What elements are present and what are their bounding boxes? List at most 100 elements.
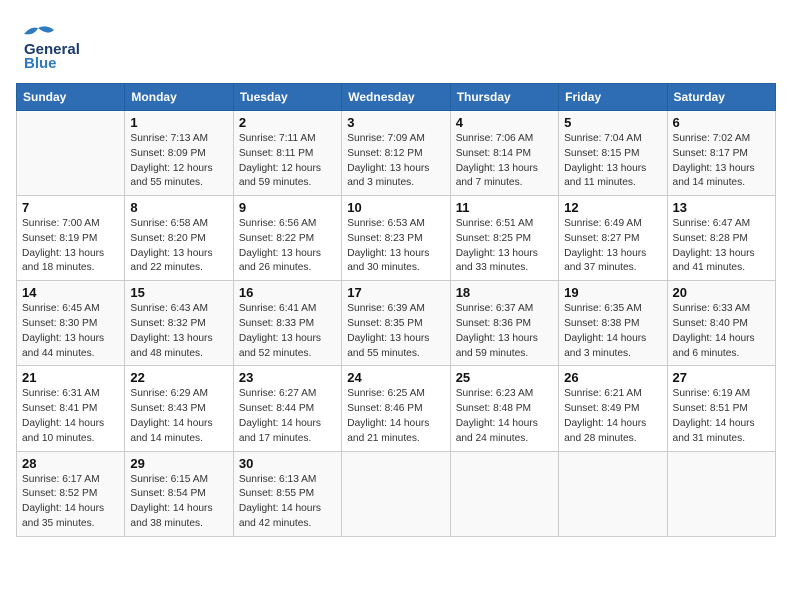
day-number: 23: [239, 370, 336, 385]
day-number: 5: [564, 115, 661, 130]
day-info: Sunrise: 7:06 AMSunset: 8:14 PMDaylight:…: [456, 132, 553, 191]
day-info: Sunrise: 6:25 AMSunset: 8:46 PMDaylight:…: [347, 387, 444, 446]
day-info: Sunrise: 6:21 AMSunset: 8:49 PMDaylight:…: [564, 387, 661, 446]
calendar-cell: 9 Sunrise: 6:56 AMSunset: 8:22 PMDaylight…: [233, 196, 341, 281]
day-info: Sunrise: 7:04 AMSunset: 8:15 PMDaylight:…: [564, 132, 661, 191]
day-info: Sunrise: 6:56 AMSunset: 8:22 PMDaylight:…: [239, 217, 336, 276]
calendar-cell: 3 Sunrise: 7:09 AMSunset: 8:12 PMDaylight…: [342, 111, 450, 196]
calendar-cell: 13 Sunrise: 6:47 AMSunset: 8:28 PMDayligh…: [667, 196, 775, 281]
calendar-cell: 2Sunrise: 7:11 AMSunset: 8:11 PMDaylight…: [233, 111, 341, 196]
day-number: 11: [456, 200, 553, 215]
calendar-cell: [342, 451, 450, 536]
logo: General Blue: [16, 16, 126, 71]
week-row-2: 7 Sunrise: 7:00 AMSunset: 8:19 PMDaylight…: [17, 196, 776, 281]
day-info: Sunrise: 6:27 AMSunset: 8:44 PMDaylight:…: [239, 387, 336, 446]
day-info: Sunrise: 6:15 AMSunset: 8:54 PMDaylight:…: [130, 473, 227, 532]
day-info: Sunrise: 6:13 AMSunset: 8:55 PMDaylight:…: [239, 473, 336, 532]
day-number: 21: [22, 370, 119, 385]
calendar-cell: 10 Sunrise: 6:53 AMSunset: 8:23 PMDayligh…: [342, 196, 450, 281]
day-number: 28: [22, 456, 119, 471]
day-number: 26: [564, 370, 661, 385]
calendar-cell: 12 Sunrise: 6:49 AMSunset: 8:27 PMDayligh…: [559, 196, 667, 281]
calendar-cell: 19 Sunrise: 6:35 AMSunset: 8:38 PMDayligh…: [559, 281, 667, 366]
column-header-wednesday: Wednesday: [342, 84, 450, 111]
calendar-cell: [667, 451, 775, 536]
day-number: 13: [673, 200, 770, 215]
week-row-4: 21 Sunrise: 6:31 AMSunset: 8:41 PMDayligh…: [17, 366, 776, 451]
calendar-cell: 18Sunrise: 6:37 AMSunset: 8:36 PMDayligh…: [450, 281, 558, 366]
calendar-cell: 6 Sunrise: 7:02 AMSunset: 8:17 PMDaylight…: [667, 111, 775, 196]
calendar-cell: 17 Sunrise: 6:39 AMSunset: 8:35 PMDayligh…: [342, 281, 450, 366]
calendar-cell: 21 Sunrise: 6:31 AMSunset: 8:41 PMDayligh…: [17, 366, 125, 451]
calendar-cell: 24 Sunrise: 6:25 AMSunset: 8:46 PMDayligh…: [342, 366, 450, 451]
day-number: 4: [456, 115, 553, 130]
day-info: Sunrise: 6:58 AMSunset: 8:20 PMDaylight:…: [130, 217, 227, 276]
day-info: Sunrise: 6:53 AMSunset: 8:23 PMDaylight:…: [347, 217, 444, 276]
calendar-cell: 27 Sunrise: 6:19 AMSunset: 8:51 PMDayligh…: [667, 366, 775, 451]
day-number: 19: [564, 285, 661, 300]
day-info: Sunrise: 6:43 AMSunset: 8:32 PMDaylight:…: [130, 302, 227, 361]
day-info: Sunrise: 6:33 AMSunset: 8:40 PMDaylight:…: [673, 302, 770, 361]
day-info: Sunrise: 6:29 AMSunset: 8:43 PMDaylight:…: [130, 387, 227, 446]
day-info: Sunrise: 6:41 AMSunset: 8:33 PMDaylight:…: [239, 302, 336, 361]
day-info: Sunrise: 7:00 AMSunset: 8:19 PMDaylight:…: [22, 217, 119, 276]
day-info: Sunrise: 6:23 AMSunset: 8:48 PMDaylight:…: [456, 387, 553, 446]
calendar-table: SundayMondayTuesdayWednesdayThursdayFrid…: [16, 83, 776, 537]
day-number: 1: [130, 115, 227, 130]
day-number: 10: [347, 200, 444, 215]
calendar-cell: 15 Sunrise: 6:43 AMSunset: 8:32 PMDayligh…: [125, 281, 233, 366]
calendar-cell: 28 Sunrise: 6:17 AMSunset: 8:52 PMDayligh…: [17, 451, 125, 536]
day-number: 30: [239, 456, 336, 471]
day-info: Sunrise: 7:02 AMSunset: 8:17 PMDaylight:…: [673, 132, 770, 191]
calendar-body: 1 Sunrise: 7:13 AMSunset: 8:09 PMDaylight…: [17, 111, 776, 537]
day-info: Sunrise: 6:37 AMSunset: 8:36 PMDaylight:…: [456, 302, 553, 361]
calendar-cell: 8 Sunrise: 6:58 AMSunset: 8:20 PMDaylight…: [125, 196, 233, 281]
calendar-cell: 29 Sunrise: 6:15 AMSunset: 8:54 PMDayligh…: [125, 451, 233, 536]
day-info: Sunrise: 6:17 AMSunset: 8:52 PMDaylight:…: [22, 473, 119, 532]
week-row-3: 14 Sunrise: 6:45 AMSunset: 8:30 PMDayligh…: [17, 281, 776, 366]
svg-text:Blue: Blue: [24, 55, 57, 71]
calendar-cell: 5 Sunrise: 7:04 AMSunset: 8:15 PMDaylight…: [559, 111, 667, 196]
day-number: 6: [673, 115, 770, 130]
day-info: Sunrise: 6:35 AMSunset: 8:38 PMDaylight:…: [564, 302, 661, 361]
day-info: Sunrise: 6:31 AMSunset: 8:41 PMDaylight:…: [22, 387, 119, 446]
calendar-cell: 20 Sunrise: 6:33 AMSunset: 8:40 PMDayligh…: [667, 281, 775, 366]
day-number: 7: [22, 200, 119, 215]
calendar-cell: 25 Sunrise: 6:23 AMSunset: 8:48 PMDayligh…: [450, 366, 558, 451]
column-header-saturday: Saturday: [667, 84, 775, 111]
day-number: 29: [130, 456, 227, 471]
day-number: 15: [130, 285, 227, 300]
day-number: 3: [347, 115, 444, 130]
calendar-cell: 7 Sunrise: 7:00 AMSunset: 8:19 PMDaylight…: [17, 196, 125, 281]
calendar-cell: 26 Sunrise: 6:21 AMSunset: 8:49 PMDayligh…: [559, 366, 667, 451]
day-info: Sunrise: 6:47 AMSunset: 8:28 PMDaylight:…: [673, 217, 770, 276]
day-info: Sunrise: 7:09 AMSunset: 8:12 PMDaylight:…: [347, 132, 444, 191]
day-number: 2: [239, 115, 336, 130]
calendar-cell: 30 Sunrise: 6:13 AMSunset: 8:55 PMDayligh…: [233, 451, 341, 536]
logo-svg: General Blue: [16, 16, 126, 71]
day-info: Sunrise: 6:51 AMSunset: 8:25 PMDaylight:…: [456, 217, 553, 276]
calendar-cell: 16 Sunrise: 6:41 AMSunset: 8:33 PMDayligh…: [233, 281, 341, 366]
calendar-cell: 1 Sunrise: 7:13 AMSunset: 8:09 PMDaylight…: [125, 111, 233, 196]
day-info: Sunrise: 6:19 AMSunset: 8:51 PMDaylight:…: [673, 387, 770, 446]
day-number: 16: [239, 285, 336, 300]
day-number: 12: [564, 200, 661, 215]
calendar-cell: [17, 111, 125, 196]
week-row-1: 1 Sunrise: 7:13 AMSunset: 8:09 PMDaylight…: [17, 111, 776, 196]
day-info: Sunrise: 6:49 AMSunset: 8:27 PMDaylight:…: [564, 217, 661, 276]
day-number: 8: [130, 200, 227, 215]
column-header-friday: Friday: [559, 84, 667, 111]
day-number: 25: [456, 370, 553, 385]
day-number: 24: [347, 370, 444, 385]
day-number: 27: [673, 370, 770, 385]
day-info: Sunrise: 6:39 AMSunset: 8:35 PMDaylight:…: [347, 302, 444, 361]
day-number: 9: [239, 200, 336, 215]
day-info: Sunrise: 6:45 AMSunset: 8:30 PMDaylight:…: [22, 302, 119, 361]
day-number: 14: [22, 285, 119, 300]
day-number: 20: [673, 285, 770, 300]
day-number: 17: [347, 285, 444, 300]
day-info: Sunrise: 7:13 AMSunset: 8:09 PMDaylight:…: [130, 132, 227, 191]
calendar-cell: 22Sunrise: 6:29 AMSunset: 8:43 PMDayligh…: [125, 366, 233, 451]
calendar-cell: 11 Sunrise: 6:51 AMSunset: 8:25 PMDayligh…: [450, 196, 558, 281]
calendar-cell: [450, 451, 558, 536]
